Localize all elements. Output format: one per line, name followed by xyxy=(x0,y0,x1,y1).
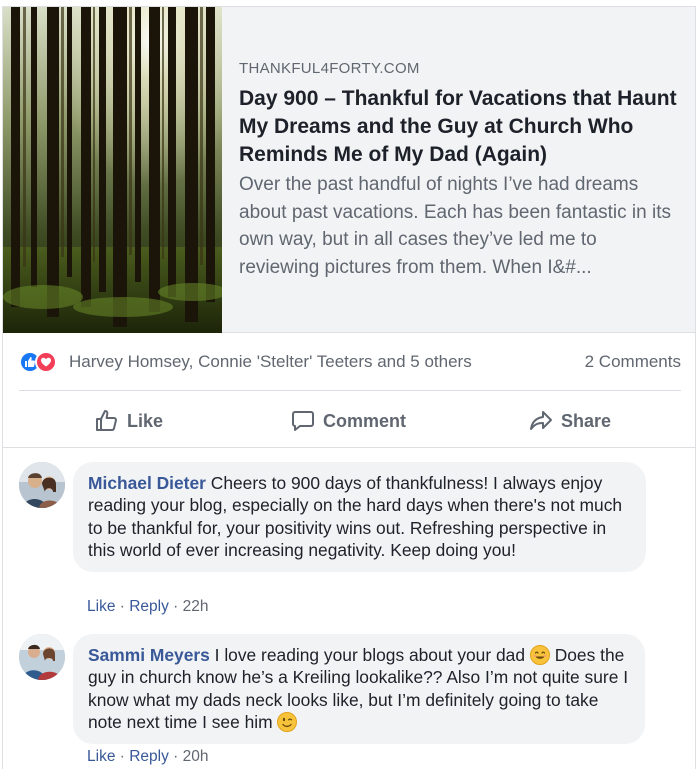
link-domain: THANKFUL4FORTY.COM xyxy=(239,60,420,77)
comment-bubble: Michael Dieter Cheers to 900 days of tha… xyxy=(73,462,646,572)
comments-section: Michael Dieter Cheers to 900 days of tha… xyxy=(3,447,695,769)
share-button[interactable]: Share xyxy=(529,397,611,445)
comment-like-link[interactable]: Like xyxy=(87,598,115,615)
love-reaction-icon xyxy=(35,351,57,373)
share-label: Share xyxy=(561,410,612,431)
comment-timestamp[interactable]: 22h xyxy=(183,598,209,615)
winking-face-emoji xyxy=(277,712,298,733)
comment-reply-link[interactable]: Reply xyxy=(129,598,169,615)
forest-thumbnail-image[interactable] xyxy=(3,7,222,333)
link-title[interactable]: Day 900 – Thankful for Vacations that Ha… xyxy=(239,85,679,169)
comment-text-part1: I love reading your blogs about your dad xyxy=(214,645,525,665)
separator-dot: · xyxy=(173,748,183,765)
speech-bubble-icon xyxy=(292,411,314,431)
link-text[interactable]: THANKFUL4FORTY.COM Day 900 – Thankful fo… xyxy=(239,59,679,281)
comment-button[interactable]: Comment xyxy=(291,397,700,445)
comment-bubble: Sammi Meyers I love reading your blogs a… xyxy=(73,634,645,744)
separator-dot: · xyxy=(173,598,183,615)
separator-dot: · xyxy=(119,748,130,765)
comments-count[interactable]: 2 Comments xyxy=(585,352,681,372)
comment-label: Comment xyxy=(323,410,407,431)
comment-timestamp[interactable]: 20h xyxy=(183,748,209,765)
reactors-summary[interactable]: Harvey Homsey, Connie 'Stelter' Teeters … xyxy=(69,352,472,372)
comment-reply-link[interactable]: Reply xyxy=(129,748,169,765)
reaction-icons[interactable] xyxy=(19,351,65,373)
comment-author[interactable]: Sammi Meyers xyxy=(88,645,210,665)
comment-meta: Like · Reply · 20h xyxy=(87,748,209,766)
comment-meta: Like · Reply · 22h xyxy=(87,598,209,616)
separator-dot: · xyxy=(119,598,130,615)
share-arrow-icon xyxy=(530,411,552,430)
link-preview[interactable]: THANKFUL4FORTY.COM Day 900 – Thankful fo… xyxy=(3,7,695,333)
divider xyxy=(19,390,681,391)
reactions-bar: Harvey Homsey, Connie 'Stelter' Teeters … xyxy=(19,349,681,375)
like-button[interactable]: Like xyxy=(95,397,163,445)
post-card: THANKFUL4FORTY.COM Day 900 – Thankful fo… xyxy=(2,6,696,769)
action-bar: Like Comment Share xyxy=(19,397,681,445)
avatar[interactable] xyxy=(19,462,65,508)
smiling-face-emoji xyxy=(529,645,550,665)
like-label: Like xyxy=(127,410,164,431)
comment-like-link[interactable]: Like xyxy=(87,748,115,765)
thumbs-up-icon xyxy=(96,410,117,431)
comment-author[interactable]: Michael Dieter xyxy=(88,473,206,493)
avatar[interactable] xyxy=(19,634,65,680)
link-description: Over the past handful of nights I’ve had… xyxy=(239,174,671,278)
